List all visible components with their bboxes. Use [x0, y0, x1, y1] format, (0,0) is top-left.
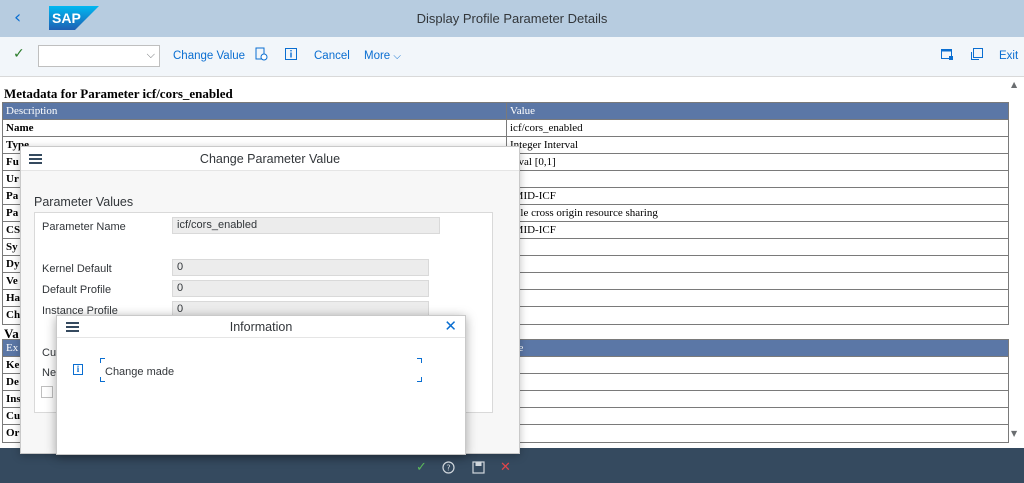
scroll-up-icon[interactable]: ▲: [1011, 80, 1017, 89]
column-header: Value: [510, 105, 536, 117]
cell-description: Name: [3, 120, 507, 136]
message-text: Change made: [105, 366, 175, 378]
info-icon: i: [73, 364, 83, 375]
chevron-down-icon[interactable]: ⌵: [147, 48, 155, 62]
more-label: More: [364, 50, 391, 62]
more-button[interactable]: More ⌵: [364, 49, 401, 64]
cell-value: Integer Interval: [510, 139, 579, 151]
cell-value: -MID-ICF: [510, 224, 556, 236]
parameter-name-field: icf/cors_enabled: [172, 217, 440, 234]
current-value-label: Cu: [42, 347, 57, 359]
metadata-title: Metadata for Parameter icf/cors_enabled: [4, 86, 233, 101]
cell-value: [507, 391, 1008, 407]
option-checkbox[interactable]: [41, 386, 53, 398]
cell-value: -MID-ICF: [510, 190, 556, 202]
kernel-default-label: Kernel Default: [42, 263, 112, 275]
save-icon[interactable]: [472, 461, 485, 474]
window-icon[interactable]: [940, 47, 954, 61]
column-header: lue: [507, 340, 1008, 356]
cell-value: s: [507, 256, 1008, 272]
command-field[interactable]: ⌵: [38, 45, 160, 67]
cell-value: [507, 171, 1008, 187]
scroll-down-icon[interactable]: ▼: [1011, 429, 1017, 438]
help-icon[interactable]: ?: [442, 461, 455, 474]
enter-check-icon[interactable]: ✓: [13, 47, 25, 61]
message-box: Change made: [100, 358, 422, 382]
cell-value: [507, 408, 1008, 424]
cell-value: able cross origin resource sharing: [510, 207, 658, 219]
cell-value: [507, 273, 1008, 289]
cell-value: [507, 425, 1008, 442]
close-icon[interactable]: ✕: [444, 317, 457, 335]
kernel-default-field: 0: [172, 259, 429, 276]
svg-text:?: ?: [446, 464, 450, 473]
information-dialog: Information ✕ i Change made: [56, 315, 466, 455]
change-value-button[interactable]: Change Value: [173, 49, 245, 63]
toolbar: ✓ ⌵ Change Value Cancel More ⌵ Exit: [0, 37, 1024, 77]
cancel-x-icon[interactable]: ✕: [500, 460, 511, 476]
table-row: Name icf/cors_enabled: [3, 120, 1008, 137]
cell-value: [507, 239, 1008, 255]
shell-bar: ‹ SAP Display Profile Parameter Details: [0, 0, 1024, 37]
column-header: Description: [3, 103, 507, 119]
document-settings-icon[interactable]: [254, 47, 268, 61]
cell-value: [507, 374, 1008, 390]
cell-value: [507, 307, 1008, 324]
cell-value: [507, 290, 1008, 306]
vertical-scrollbar[interactable]: ▲ ▼: [1011, 80, 1020, 440]
group-title: Parameter Values: [34, 195, 134, 209]
default-profile-label: Default Profile: [42, 284, 112, 296]
cell-value: erval [0,1]: [510, 156, 556, 168]
cell-value: [507, 357, 1008, 373]
continue-check-icon[interactable]: ✓: [416, 460, 427, 476]
cancel-button[interactable]: Cancel: [314, 49, 350, 63]
cell-value: icf/cors_enabled: [510, 122, 583, 134]
dialog-title: Change Parameter Value: [199, 152, 341, 166]
new-value-label: Ne: [42, 367, 57, 379]
dialog-title: Information: [229, 320, 293, 334]
dialog-header: Change Parameter Value: [21, 147, 519, 171]
dialog-actions: ✓ ? ✕: [410, 460, 525, 478]
page-title: Display Profile Parameter Details: [416, 11, 608, 26]
new-window-icon[interactable]: [970, 47, 984, 61]
dialog-header: Information ✕: [57, 316, 465, 338]
parameter-name-label: Parameter Name: [42, 221, 126, 233]
default-profile-field: 0: [172, 280, 429, 297]
info-icon[interactable]: [284, 47, 298, 61]
chevron-down-icon: ⌵: [393, 51, 401, 62]
table-header: Description Value: [3, 103, 1008, 120]
exit-button[interactable]: Exit: [999, 49, 1018, 63]
